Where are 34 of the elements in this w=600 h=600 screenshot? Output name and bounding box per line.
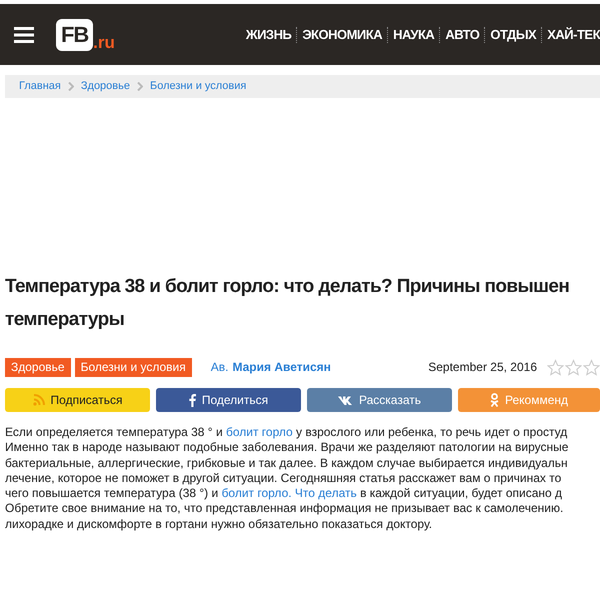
person-icon [490, 393, 499, 407]
star-icon[interactable] [547, 358, 564, 376]
star-icon[interactable] [565, 358, 582, 376]
article-title: Температура 38 и болит горло: что делать? Причины повышен температуры [4, 275, 570, 332]
category-tag[interactable]: Здоровье [5, 358, 71, 376]
menu-icon[interactable] [14, 26, 34, 42]
article-paragraph: Если определяется температура 38 ° и болит горло у взрослого или ребенка, то речь идет о простуд Именно так в народе называют подобные заболевания. Врачи же разделяют патологии на вирусные бактериальные, аллергические, грибковые и так далее. В каждом случае выбирается индивидуальн лечение, которое не поможет в другой ситуации. Сегодняшняя статья расскажет вам о причинах то чего повышается температура (38 °) и болит горло. Что делать в каждой ситуации, будет описано д Обретите свое внимание на то, что представленная информация не призывает вас к самолечению. лихорадке и дискомфорте в гортани нужно обязательно показаться доктору. [4, 425, 570, 532]
share-button[interactable]: Подписаться [5, 388, 150, 412]
share-button[interactable]: Рекомменд [458, 388, 600, 412]
breadcrumb-link[interactable]: Болезни и условия [150, 78, 246, 95]
chevron-icon [136, 82, 143, 91]
publish-date: September 25, 2016 [428, 359, 537, 376]
author-prefix: Ав. [210, 359, 228, 376]
star-icon[interactable] [583, 358, 600, 376]
rss-icon [32, 394, 45, 406]
nav-link[interactable]: НАУКА [393, 24, 434, 44]
facebook-icon [188, 394, 196, 406]
star-rating[interactable] [547, 358, 600, 376]
vk-icon [338, 396, 353, 404]
text-link[interactable]: болит горло [226, 425, 293, 439]
share-button[interactable]: Рассказать [307, 388, 452, 412]
nav-link[interactable]: ЭКОНОМИКА [302, 24, 382, 44]
nav-link[interactable]: АВТО [445, 24, 480, 44]
nav-link[interactable]: ОТДЫХ [490, 24, 536, 44]
text-link[interactable]: болит горло. [222, 486, 292, 500]
nav-link[interactable]: ЖИЗНЬ [246, 24, 292, 44]
breadcrumb-link[interactable]: Главная [19, 78, 61, 95]
chevron-icon [68, 82, 74, 91]
breadcrumb-link[interactable]: Здоровье [80, 78, 130, 95]
text-link[interactable]: Что делать [294, 486, 357, 500]
author-link[interactable]: Мария Аветисян [232, 358, 331, 376]
category-tag[interactable]: Болезни и условия [74, 358, 192, 376]
share-button[interactable]: Поделиться [156, 388, 301, 412]
nav-link[interactable]: ХАЙ-ТЕК [547, 24, 600, 44]
